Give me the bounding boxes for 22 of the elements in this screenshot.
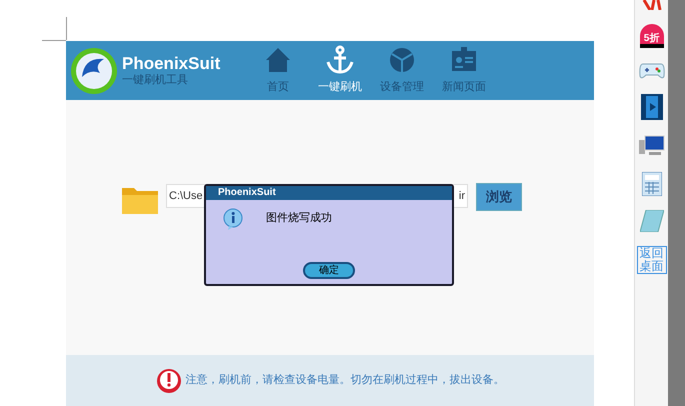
nav-tab[interactable]: 一键刷机 xyxy=(312,45,368,96)
film-icon[interactable] xyxy=(640,94,662,120)
info-icon xyxy=(222,208,244,230)
nav-tab[interactable]: 首页 xyxy=(250,45,306,96)
return-desktop-button[interactable]: 返回桌面 xyxy=(636,246,666,274)
gamepad-icon[interactable] xyxy=(638,62,664,80)
dialog-message: 图件烧写成功 xyxy=(266,211,332,226)
nav-tab[interactable]: 设备管理 xyxy=(374,45,430,96)
dialog-title: PhoenixSuit xyxy=(218,188,276,198)
logo-icon xyxy=(70,46,118,94)
logo-subtitle: 一键刷机工具 xyxy=(122,74,189,87)
warning-icon xyxy=(156,368,182,394)
notepad-icon[interactable] xyxy=(640,210,664,232)
computer-icon[interactable] xyxy=(638,134,664,158)
sale-icon[interactable]: 5折 xyxy=(640,24,664,48)
browse-button[interactable]: 浏览 xyxy=(476,183,522,211)
anchor-icon xyxy=(325,45,355,76)
calculator-icon[interactable] xyxy=(642,172,662,196)
ok-button[interactable]: 确定 xyxy=(303,262,355,279)
nav-tab[interactable]: 新闻页面 xyxy=(436,45,492,96)
logo-title: PhoenixSuit xyxy=(122,54,222,74)
notice-text: 注意，刷机前，请检查设备电量。切勿在刷机过程中，拔出设备。 xyxy=(186,372,504,388)
